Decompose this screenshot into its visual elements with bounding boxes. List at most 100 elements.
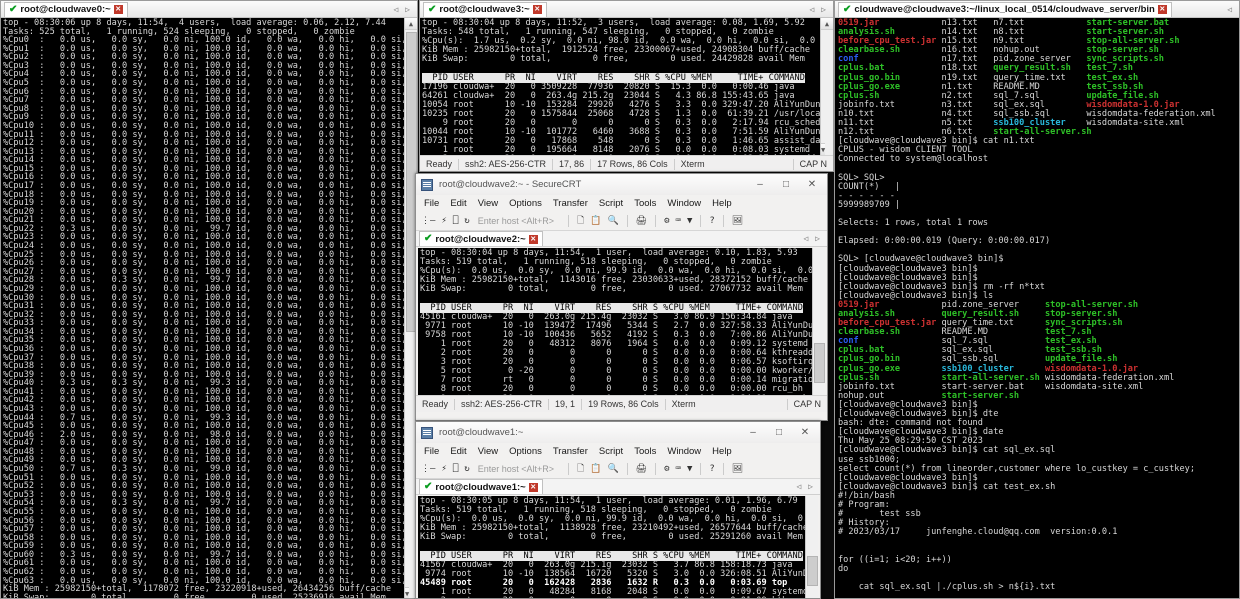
menu-options[interactable]: Options [509,198,542,209]
connect-local-icon[interactable]: ⎕ [453,216,458,226]
toolbar-cloudwave1[interactable]: ⋮— ⚡ ⎕ ↻ Enter host <Alt+R> 🗋 📋 🔍 🖨 ⚙ ⌨ … [416,460,820,479]
copy-icon[interactable]: 🗋 [577,213,584,229]
filter-icon[interactable]: ▼ [687,464,692,474]
terminal-window-cloudwave3[interactable]: ✔ root@cloudwave3:~ ✕ ◁ ▷ top - 08:30:04… [419,0,834,172]
terminal-window-cloudwave0[interactable]: ✔ root@cloudwave0:~ ✕ ◁ ▷ top - 08:30:06… [0,0,418,599]
tab-scroll-left-icon[interactable]: ◁ [393,5,398,14]
menu-edit[interactable]: Edit [450,446,466,457]
titlebar-cloudwave1[interactable]: root@cloudwave1:~ – □ ✕ [416,422,820,443]
new-session-icon[interactable]: ⋮— [421,216,435,226]
tab-root-cloudwave0[interactable]: ✔ root@cloudwave0:~ ✕ [4,1,128,17]
tab-scroll-right-icon[interactable]: ▷ [808,482,813,491]
terminal-body-cloudwave3[interactable]: top - 08:30:04 up 8 days, 11:52, 3 users… [420,18,833,155]
new-session-icon[interactable]: ⋮— [421,464,435,474]
tab-scroll-right-icon[interactable]: ▷ [815,234,820,243]
menu-window[interactable]: Window [667,198,701,209]
menu-file[interactable]: File [424,446,439,457]
tab-close-icon[interactable]: ✕ [1157,5,1167,14]
terminal-body-cloudwave0[interactable]: top - 08:30:06 up 8 days, 11:54, 4 users… [1,18,417,598]
tab-close-icon[interactable]: ✕ [532,5,542,14]
menu-view[interactable]: View [478,446,498,457]
tab-scroll-arrows[interactable]: ◁ ▷ [393,5,414,14]
menu-help[interactable]: Help [712,198,732,209]
terminal-body-cloudwave2[interactable]: top - 08:30:04 up 8 days, 11:54, 1 user,… [418,248,825,395]
securecrt-window-cloudwave1[interactable]: root@cloudwave1:~ – □ ✕ File Edit View O… [415,421,821,599]
menu-edit[interactable]: Edit [450,198,466,209]
terminal-body-cloudwave1[interactable]: top - 08:30:05 up 8 days, 11:54, 1 user,… [418,496,818,598]
menubar-cloudwave1[interactable]: File Edit View Options Transfer Script T… [416,443,820,460]
paste-icon[interactable]: 📋 [590,464,601,474]
reconnect-icon[interactable]: ↻ [464,216,469,226]
keymap-icon[interactable]: ⌨ [676,464,681,474]
menu-file[interactable]: File [424,198,439,209]
menubar-cloudwave2[interactable]: File Edit View Options Transfer Script T… [416,195,827,212]
securecrt-window-cloudwave2[interactable]: root@cloudwave2:~ - SecureCRT – □ ✕ File… [415,173,828,421]
tab-scroll-left-icon[interactable]: ◁ [803,234,808,243]
copy-icon[interactable]: 🗋 [577,461,584,477]
menu-window[interactable]: Window [667,446,701,457]
find-icon[interactable]: 🔍 [607,216,618,226]
close-button[interactable]: ✕ [799,175,825,194]
tab-scroll-left-icon[interactable]: ◁ [796,482,801,491]
tab-scroll-arrows[interactable]: ◁ ▷ [809,5,830,14]
tab-root-cloudwave2[interactable]: ✔ root@cloudwave2:~ ✕ [419,231,543,246]
menu-help[interactable]: Help [712,446,732,457]
tab-close-icon[interactable]: ✕ [528,234,538,244]
tab-root-cloudwave3[interactable]: ✔ root@cloudwave3:~ ✕ [423,1,547,17]
print-icon[interactable]: 🖨 [636,216,647,226]
minimize-button[interactable]: – [740,423,766,442]
tab-scroll-arrows[interactable]: ◁ ▷ [796,482,817,491]
tab-scroll-right-icon[interactable]: ▷ [821,5,826,14]
scrollbar-cloudwave1[interactable] [805,496,818,598]
settings-icon[interactable]: ⚙ [664,216,669,226]
maximize-button[interactable]: □ [766,423,792,442]
tab-close-icon[interactable]: ✕ [528,482,538,492]
toolbar-cloudwave2[interactable]: ⋮— ⚡ ⎕ ↻ Enter host <Alt+R> 🗋 📋 🔍 🖨 ⚙ ⌨ … [416,212,827,231]
connect-local-icon[interactable]: ⎕ [453,464,458,474]
scroll-up-icon[interactable]: ▲ [821,18,833,30]
tab-scroll-left-icon[interactable]: ◁ [1227,5,1232,14]
quick-connect-icon[interactable]: ⚡ [441,464,446,474]
tab-scroll-arrows[interactable]: ◁ ▷ [803,234,824,243]
scroll-down-icon[interactable]: ▼ [821,143,826,155]
menu-transfer[interactable]: Transfer [553,446,588,457]
host-input[interactable]: Enter host <Alt+R> [478,216,554,226]
menu-view[interactable]: View [478,198,498,209]
scroll-thumb[interactable] [807,556,818,586]
menu-script[interactable]: Script [599,446,623,457]
maximize-button[interactable]: □ [773,175,799,194]
tab-cloudwave-server-bin[interactable]: ✔ cloudwave@cloudwave3:~/linux_local_051… [838,1,1172,17]
terminal-body-right[interactable]: 0519.jar n13.txt n7.txt start-server.bat… [835,18,1239,598]
tab-scroll-arrows[interactable]: ◁ [1227,5,1236,14]
host-input[interactable]: Enter host <Alt+R> [478,464,554,474]
print-icon[interactable]: 🖨 [636,464,647,474]
help-icon[interactable]: ? [709,216,714,226]
tab-scroll-left-icon[interactable]: ◁ [809,5,814,14]
scroll-thumb[interactable] [814,343,825,383]
image-icon[interactable]: 🖼 [732,216,743,226]
tab-scroll-right-icon[interactable]: ▷ [405,5,410,14]
settings-icon[interactable]: ⚙ [664,464,669,474]
scrollbar-cloudwave2[interactable] [812,248,825,395]
keymap-icon[interactable]: ⌨ [676,216,681,226]
help-icon[interactable]: ? [709,464,714,474]
minimize-button[interactable]: – [747,175,773,194]
menu-script[interactable]: Script [599,198,623,209]
menu-tools[interactable]: Tools [634,446,656,457]
menu-transfer[interactable]: Transfer [553,198,588,209]
close-button[interactable]: ✕ [792,423,818,442]
reconnect-icon[interactable]: ↻ [464,464,469,474]
quick-connect-icon[interactable]: ⚡ [441,216,446,226]
menu-tools[interactable]: Tools [634,198,656,209]
scrollbar-cloudwave3[interactable]: ▲ ▼ [820,18,833,155]
paste-icon[interactable]: 📋 [590,216,601,226]
titlebar-cloudwave2[interactable]: root@cloudwave2:~ - SecureCRT – □ ✕ [416,174,827,195]
menu-options[interactable]: Options [509,446,542,457]
scroll-up-icon[interactable]: ▲ [405,18,417,30]
find-icon[interactable]: 🔍 [607,464,618,474]
filter-icon[interactable]: ▼ [687,216,692,226]
tab-root-cloudwave1[interactable]: ✔ root@cloudwave1:~ ✕ [419,479,543,494]
tab-close-icon[interactable]: ✕ [113,5,123,14]
terminal-window-cloudwave-server-bin[interactable]: ✔ cloudwave@cloudwave3:~/linux_local_051… [834,0,1240,599]
scroll-down-icon[interactable]: ▼ [405,587,410,598]
